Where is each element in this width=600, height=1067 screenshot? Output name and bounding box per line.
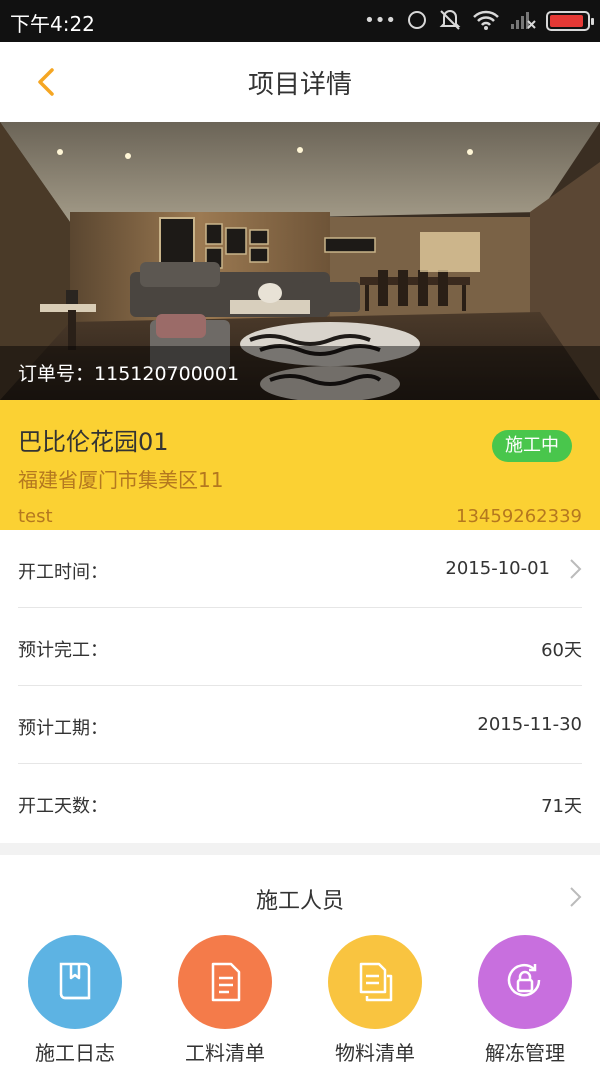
status-icons: ••• [364,9,594,33]
expected-duration-row: 预计完工： 60天 [18,608,582,686]
project-info-card: 巴比伦花园01 施工中 福建省厦门市集美区11 test 13459262339 [0,400,600,530]
workers-section-header[interactable]: 施工人员 [0,855,600,935]
document-list-icon [211,962,241,1002]
labor-material-list-label: 工料清单 [185,1041,265,1065]
start-date-label: 开工时间： [18,562,108,583]
app-header: 项目详情 [0,42,600,122]
copy-documents-icon [359,962,393,1002]
project-address: 福建省厦门市集美区11 [18,468,224,492]
construction-log-circle [28,935,122,1029]
order-label: 订单号： [18,363,95,385]
workers-title: 施工人员 [255,889,344,914]
unfreeze-management-label: 解冻管理 [485,1041,565,1065]
project-phone[interactable]: 13459262339 [456,506,582,527]
wifi-icon [472,9,500,33]
unfreeze-management-button[interactable]: 解冻管理 [450,935,600,1067]
project-photo: 订单号：115120700001 [0,122,600,400]
construction-log-label: 施工日志 [35,1041,115,1065]
expected-end-value: 2015-11-30 [477,714,582,735]
chevron-right-icon [568,558,582,580]
order-value: 115120700001 [94,363,240,385]
action-grid: 施工日志 工料清单 物料清单 解冻管理 [0,935,600,1067]
order-number: 订单号：115120700001 [18,359,239,386]
material-list-button[interactable]: 物料清单 [300,935,450,1067]
page-title: 项目详情 [247,70,352,100]
days-elapsed-row: 开工天数： 71天 [18,764,582,842]
material-list-label: 物料清单 [335,1041,415,1065]
status-bar: 下午4:22 ••• [0,0,600,42]
unfreeze-management-circle [478,935,572,1029]
material-list-circle [328,935,422,1029]
section-divider [0,843,600,855]
project-owner: test [18,506,53,527]
days-elapsed-value: 71天 [541,796,582,817]
chevron-right-icon [568,886,582,908]
status-badge: 施工中 [492,430,572,462]
construction-log-button[interactable]: 施工日志 [0,935,150,1067]
sync-icon [406,9,428,33]
expected-duration-value: 60天 [541,640,582,661]
battery-icon [546,11,594,31]
signal-icon [510,9,536,33]
book-icon [59,962,91,1000]
project-info-list: 开工时间： 2015-10-01 预计完工： 60天 预计工期： 2015-11… [0,530,600,842]
battery-level [550,15,583,27]
labor-material-list-circle [178,935,272,1029]
days-elapsed-label: 开工天数： [18,796,108,817]
project-name: 巴比伦花园01 [18,428,169,456]
expected-end-row: 预计工期： 2015-11-30 [18,686,582,764]
lock-refresh-icon [507,964,541,997]
order-number-strip: 订单号：115120700001 [0,346,600,400]
more-dots-icon: ••• [364,10,396,31]
expected-duration-label: 预计完工： [18,640,108,661]
start-date-value: 2015-10-01 [445,558,550,579]
status-time: 下午4:22 [10,12,95,36]
labor-material-list-button[interactable]: 工料清单 [150,935,300,1067]
expected-end-label: 预计工期： [18,718,108,739]
start-date-row[interactable]: 开工时间： 2015-10-01 [18,530,582,608]
mute-icon [438,9,462,33]
